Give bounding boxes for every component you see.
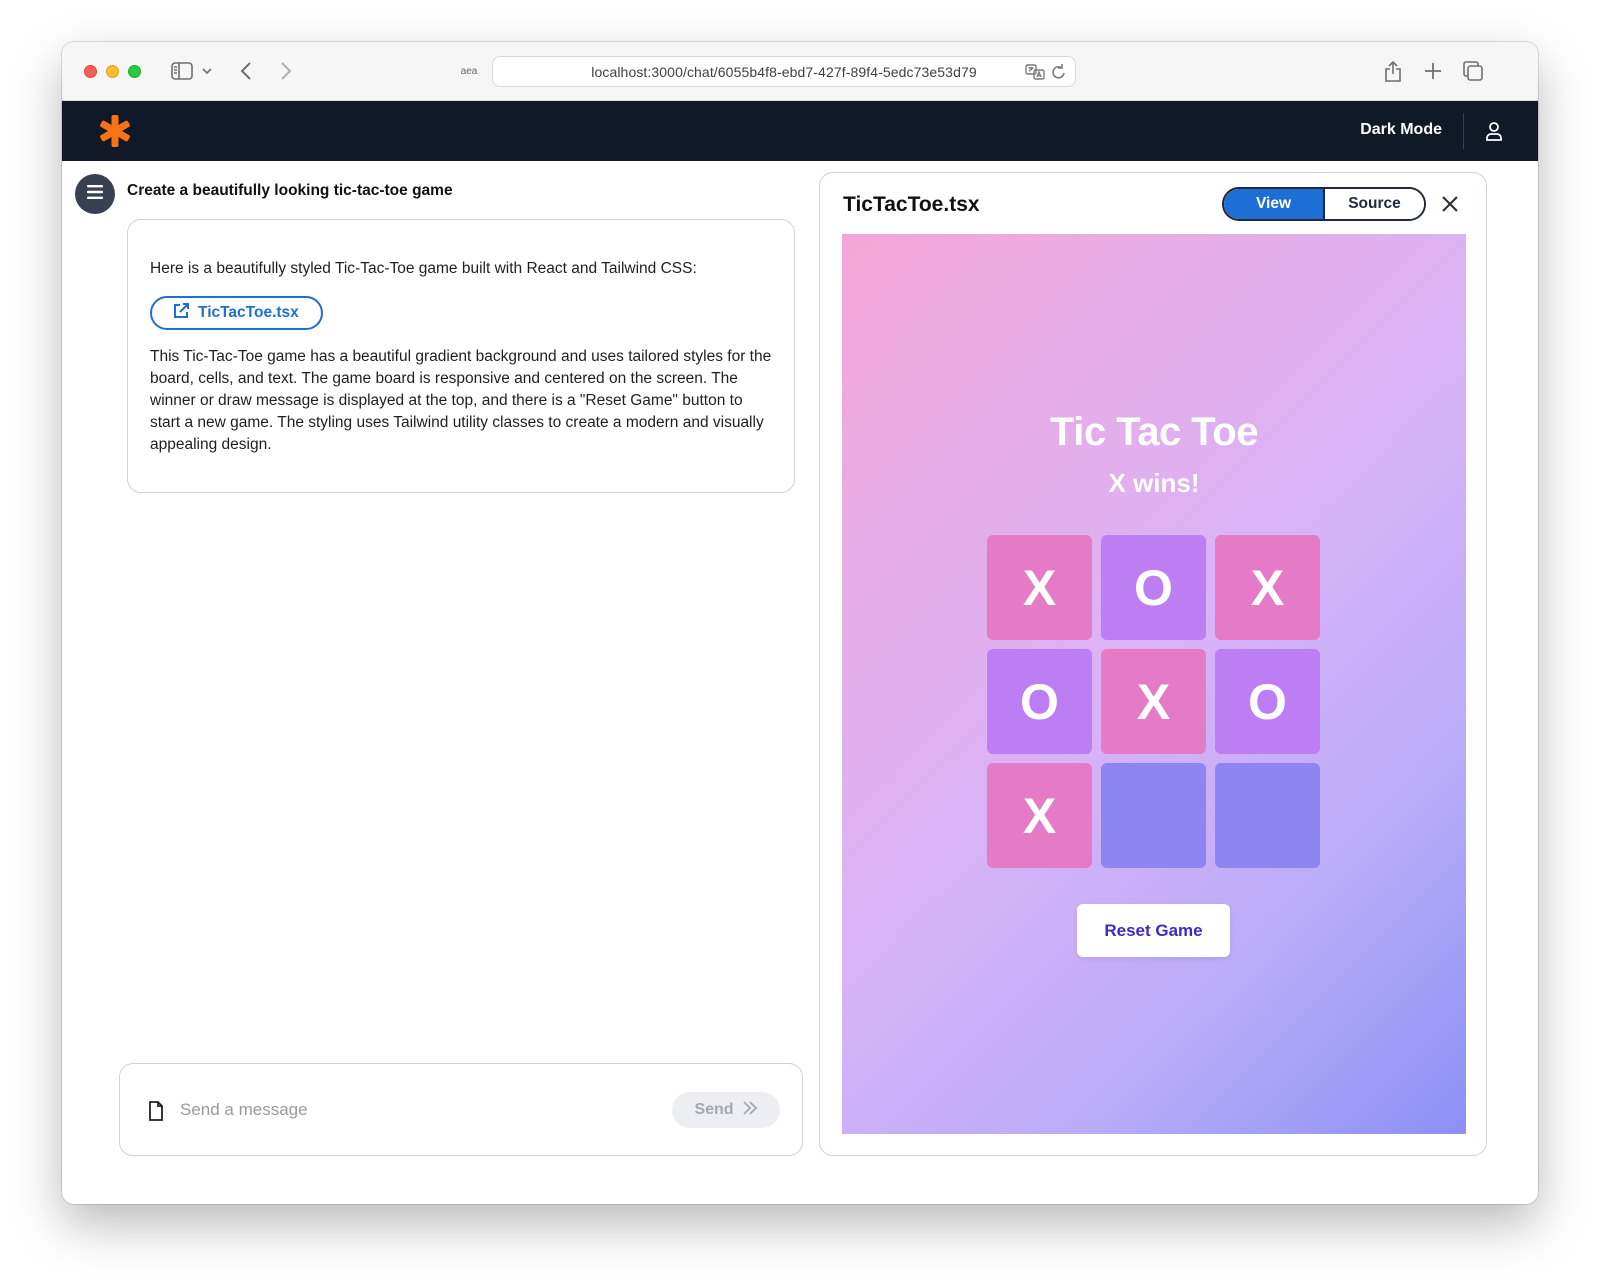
user-prompt: Create a beautifully looking tic-tac-toe… — [127, 182, 453, 199]
game-title: Tic Tac Toe — [1050, 410, 1258, 454]
assistant-message: Here is a beautifully styled Tic-Tac-Toe… — [127, 219, 795, 493]
reload-icon[interactable] — [1051, 63, 1067, 86]
menu-avatar[interactable] — [75, 174, 115, 214]
share-icon[interactable] — [1380, 58, 1406, 84]
board-cell[interactable]: X — [987, 535, 1092, 640]
tab-overview-icon[interactable] — [1460, 58, 1486, 84]
open-file-button[interactable]: TicTacToe.tsx — [150, 296, 323, 330]
file-attach-icon[interactable] — [148, 1101, 166, 1121]
message-composer: Send — [119, 1063, 803, 1156]
game-status: X wins! — [1108, 468, 1200, 498]
board-cell[interactable] — [1215, 763, 1320, 868]
board-cell[interactable]: O — [987, 649, 1092, 754]
game-preview: Tic Tac Toe X wins! XOXOXOX Reset Game — [842, 234, 1466, 1134]
sidebar-toggle-icon[interactable] — [170, 58, 194, 84]
close-window-button[interactable] — [84, 65, 97, 78]
message-input[interactable] — [180, 1092, 660, 1128]
translate-icon[interactable] — [1025, 63, 1045, 86]
zoom-window-button[interactable] — [128, 65, 141, 78]
asterisk-logo-icon[interactable] — [100, 114, 130, 148]
double-chevron-right-icon — [742, 1100, 758, 1121]
response-body: This Tic-Tac-Toe game has a beautiful gr… — [150, 348, 772, 453]
header-divider — [1463, 113, 1464, 149]
file-link-label: TicTacToe.tsx — [198, 304, 299, 321]
minimize-window-button[interactable] — [106, 65, 119, 78]
board-cell[interactable] — [1101, 763, 1206, 868]
board-cell[interactable]: X — [1101, 649, 1206, 754]
browser-window: aea localhost:3000/chat/6055b4f8-ebd7-42… — [62, 42, 1538, 1204]
board-cell[interactable]: X — [1215, 535, 1320, 640]
preview-title: TicTacToe.tsx — [843, 193, 980, 216]
game-board: XOXOXOX — [987, 535, 1321, 869]
chevron-down-icon[interactable] — [200, 58, 214, 84]
browser-toolbar: aea localhost:3000/chat/6055b4f8-ebd7-42… — [62, 42, 1538, 101]
new-tab-icon[interactable] — [1420, 58, 1446, 84]
address-bar[interactable]: localhost:3000/chat/6055b4f8-ebd7-427f-8… — [492, 56, 1076, 87]
url-text: localhost:3000/chat/6055b4f8-ebd7-427f-8… — [591, 63, 977, 80]
dark-mode-toggle[interactable]: Dark Mode — [1360, 121, 1442, 139]
reset-game-button[interactable]: Reset Game — [1077, 904, 1230, 957]
app-header: Dark Mode — [62, 101, 1538, 161]
preview-panel: TicTacToe.tsx View Source Tic Tac Toe X … — [819, 172, 1487, 1156]
back-arrow-icon[interactable] — [234, 58, 258, 84]
tab-source[interactable]: Source — [1325, 189, 1424, 219]
forward-arrow-icon[interactable] — [274, 58, 298, 84]
view-source-toggle: View Source — [1222, 187, 1426, 221]
board-cell[interactable]: O — [1215, 649, 1320, 754]
site-settings-icon[interactable]: aea — [455, 58, 483, 84]
board-cell[interactable]: X — [987, 763, 1092, 868]
board-cell[interactable]: O — [1101, 535, 1206, 640]
user-icon[interactable] — [1484, 121, 1504, 141]
response-intro: Here is a beautifully styled Tic-Tac-Toe… — [150, 260, 697, 277]
tab-view[interactable]: View — [1224, 189, 1325, 219]
close-icon[interactable] — [1440, 194, 1460, 214]
send-button[interactable]: Send — [672, 1092, 780, 1128]
send-label: Send — [694, 1101, 734, 1118]
external-link-icon — [172, 302, 190, 325]
menu-icon — [87, 184, 103, 204]
